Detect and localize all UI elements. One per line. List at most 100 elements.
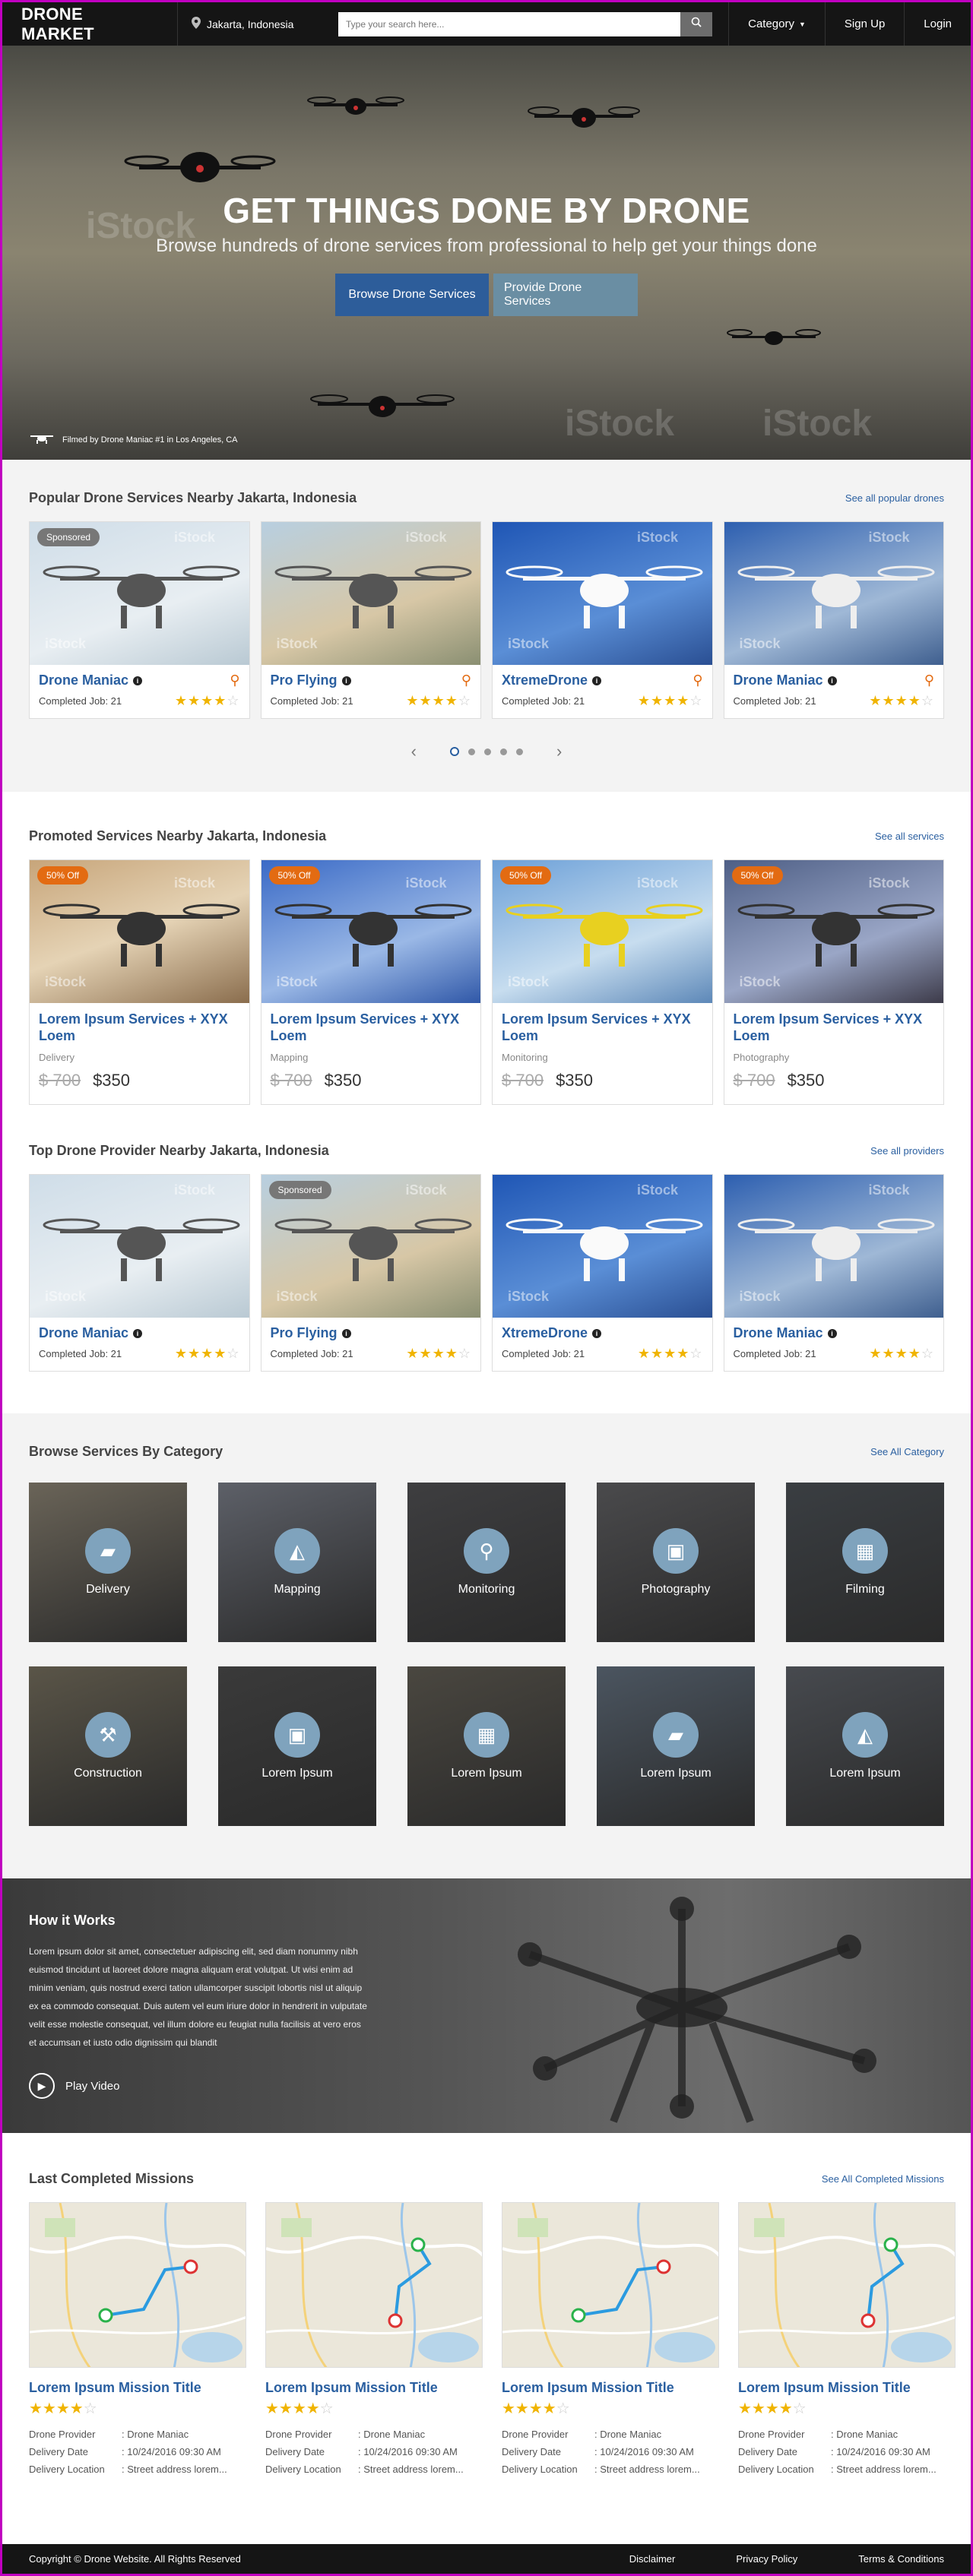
disclaimer-link[interactable]: Disclaimer	[629, 2553, 676, 2565]
location-selector[interactable]: Jakarta, Indonesia	[177, 2, 329, 46]
promoted-service-card[interactable]: iStock iStock 50% Off Lorem Ipsum Services …	[260, 859, 481, 1105]
pager-dot[interactable]	[516, 748, 523, 755]
pager-dot[interactable]	[450, 747, 459, 756]
location-key: Delivery Location	[738, 2464, 814, 2475]
category-tile[interactable]: ◭ Mapping	[218, 1483, 376, 1642]
see-all-popular-link[interactable]: See all popular drones	[845, 492, 944, 504]
provider-card[interactable]: iStock iStock XtremeDrone i Completed Job: 2…	[492, 1174, 713, 1372]
provider-card[interactable]: iStock iStock Pro Flying i ⚲ Completed Job: 2…	[260, 521, 481, 719]
mission-title[interactable]: Lorem Ipsum Mission Title	[29, 2380, 246, 2396]
rating-stars: ★★★★☆	[637, 1346, 703, 1361]
provider-name[interactable]: XtremeDrone i	[502, 672, 602, 688]
signup-link[interactable]: Sign Up	[824, 2, 904, 46]
see-all-missions-link[interactable]: See All Completed Missions	[822, 2173, 944, 2185]
category-tile[interactable]: ▣ Lorem Ipsum	[218, 1666, 376, 1826]
map-icon: ◭	[842, 1712, 888, 1758]
provider-name[interactable]: Pro Flying i	[271, 1325, 351, 1341]
route-map[interactable]	[29, 2202, 246, 2368]
section-title: Popular Drone Services Nearby Jakarta, I…	[29, 490, 357, 505]
provider-card[interactable]: iStock iStock Drone Maniac i Completed Job: …	[723, 1174, 944, 1372]
info-icon[interactable]: i	[592, 1328, 602, 1338]
info-icon[interactable]: i	[133, 676, 143, 685]
category-tile[interactable]: ⚲ Monitoring	[407, 1483, 566, 1642]
caret-down-icon: ▼	[799, 20, 806, 28]
search-bar	[338, 11, 712, 36]
how-description: Lorem ipsum dolor sit amet, consectetuer…	[29, 1946, 367, 2048]
provider-name[interactable]: Pro Flying i	[271, 672, 351, 688]
mission-card[interactable]: Lorem Ipsum Mission Title ★★★★☆ Drone Prov…	[738, 2202, 956, 2475]
terms-link[interactable]: Terms & Conditions	[858, 2553, 944, 2565]
mission-card[interactable]: Lorem Ipsum Mission Title ★★★★☆ Drone Prov…	[502, 2202, 719, 2475]
route-map[interactable]	[738, 2202, 956, 2368]
provider-name[interactable]: XtremeDrone i	[502, 1325, 602, 1341]
provider-name[interactable]: Drone Maniac i	[734, 672, 837, 688]
service-title[interactable]: Lorem Ipsum Services + XYX Loem	[502, 1011, 703, 1044]
see-all-providers-link[interactable]: See all providers	[870, 1145, 944, 1157]
mission-card[interactable]: Lorem Ipsum Mission Title ★★★★☆ Drone Prov…	[29, 2202, 246, 2475]
search-button[interactable]	[680, 11, 712, 36]
provider-card[interactable]: iStock iStock Sponsored Drone Maniac i ⚲ Compl…	[29, 521, 250, 719]
info-icon[interactable]: i	[592, 676, 602, 685]
section-title: Promoted Services Nearby Jakarta, Indone…	[29, 828, 327, 843]
location-value: : Street address lorem...	[831, 2464, 937, 2475]
info-icon[interactable]: i	[341, 676, 351, 685]
provide-services-button[interactable]: Provide Drone Services	[493, 274, 638, 316]
pager-dot[interactable]	[500, 748, 507, 755]
completed-jobs: Completed Job: 21	[39, 695, 122, 707]
service-title[interactable]: Lorem Ipsum Services + XYX Loem	[39, 1011, 240, 1044]
search-input[interactable]	[338, 11, 680, 36]
mission-card[interactable]: Lorem Ipsum Mission Title ★★★★☆ Drone Prov…	[265, 2202, 483, 2475]
rating-stars: ★★★★☆	[174, 693, 240, 708]
mission-title[interactable]: Lorem Ipsum Mission Title	[265, 2380, 483, 2396]
provider-card[interactable]: iStock iStock Drone Maniac i Completed Job: …	[29, 1174, 250, 1372]
info-icon[interactable]: i	[827, 1328, 837, 1338]
mission-title[interactable]: Lorem Ipsum Mission Title	[738, 2380, 956, 2396]
service-title[interactable]: Lorem Ipsum Services + XYX Loem	[734, 1011, 935, 1044]
date-value: : 10/24/2016 09:30 AM	[358, 2446, 458, 2457]
see-all-category-link[interactable]: See All Category	[870, 1446, 944, 1457]
route-map[interactable]	[265, 2202, 483, 2368]
provider-name[interactable]: Drone Maniac i	[39, 672, 143, 688]
category-tile[interactable]: ◭ Lorem Ipsum	[786, 1666, 944, 1826]
video-credit: Filmed by Drone Maniac #1 in Los Angeles…	[29, 433, 238, 446]
next-arrow-icon[interactable]: ›	[556, 742, 562, 761]
carousel-pager: ‹ ›	[29, 742, 944, 761]
promoted-service-card[interactable]: iStock iStock 50% Off Lorem Ipsum Services …	[723, 859, 944, 1105]
category-tile[interactable]: ▰ Lorem Ipsum	[597, 1666, 755, 1826]
category-tile[interactable]: ⚒ Construction	[29, 1666, 187, 1826]
rating-stars: ★★★★☆	[406, 1346, 471, 1361]
promoted-service-card[interactable]: iStock iStock 50% Off Lorem Ipsum Services …	[492, 859, 713, 1105]
browse-services-button[interactable]: Browse Drone Services	[335, 274, 489, 316]
provider-card[interactable]: iStock iStock Sponsored Pro Flying i Complete…	[260, 1174, 481, 1372]
rating-stars: ★★★★☆	[738, 2400, 807, 2417]
prev-arrow-icon[interactable]: ‹	[411, 742, 417, 761]
category-dropdown[interactable]: Category ▼	[728, 2, 825, 46]
promoted-service-card[interactable]: iStock iStock 50% Off Lorem Ipsum Services …	[29, 859, 250, 1105]
info-icon[interactable]: i	[827, 676, 837, 685]
category-tile[interactable]: ▰ Delivery	[29, 1483, 187, 1642]
category-tile[interactable]: ▦ Filming	[786, 1483, 944, 1642]
provider-name[interactable]: Drone Maniac i	[734, 1325, 837, 1341]
category-label: Mapping	[274, 1583, 321, 1596]
provider-image: iStock iStock	[261, 522, 480, 665]
category-tile[interactable]: ▣ Photography	[597, 1483, 755, 1642]
route-map[interactable]	[502, 2202, 719, 2368]
see-all-services-link[interactable]: See all services	[875, 831, 944, 842]
pager-dot[interactable]	[468, 748, 475, 755]
mission-title[interactable]: Lorem Ipsum Mission Title	[502, 2380, 719, 2396]
brand-logo[interactable]: DRONE MARKET	[2, 5, 177, 44]
info-icon[interactable]: i	[133, 1328, 143, 1338]
privacy-link[interactable]: Privacy Policy	[736, 2553, 797, 2565]
provider-card[interactable]: iStock iStock Drone Maniac i ⚲ Completed Job:…	[723, 521, 944, 719]
provider-name[interactable]: Drone Maniac i	[39, 1325, 143, 1341]
info-icon[interactable]: i	[341, 1328, 351, 1338]
provider-key: Drone Provider	[738, 2429, 805, 2440]
play-video-button[interactable]: ▶ Play Video	[29, 2073, 944, 2099]
completed-jobs: Completed Job: 21	[270, 1348, 353, 1359]
provider-card[interactable]: iStock iStock XtremeDrone i ⚲ Completed Job: …	[492, 521, 713, 719]
login-link[interactable]: Login	[904, 2, 971, 46]
top-provider-section: Top Drone Provider Nearby Jakarta, Indon…	[2, 1120, 971, 1413]
category-tile[interactable]: ▦ Lorem Ipsum	[407, 1666, 566, 1826]
pager-dot[interactable]	[484, 748, 491, 755]
service-title[interactable]: Lorem Ipsum Services + XYX Loem	[271, 1011, 472, 1044]
